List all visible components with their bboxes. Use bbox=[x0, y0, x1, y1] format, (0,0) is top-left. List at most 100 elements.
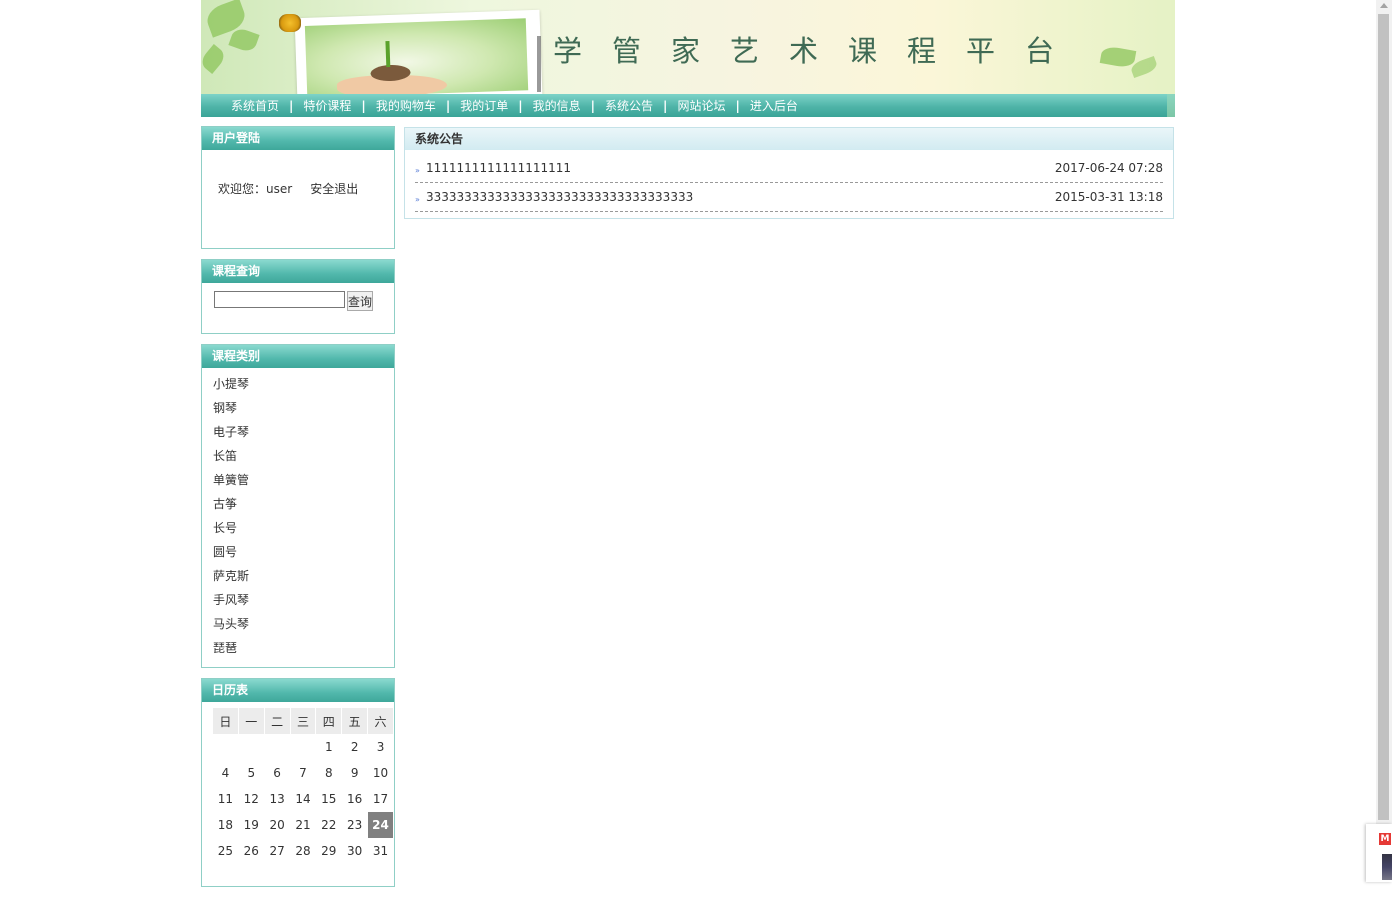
calendar-weekday: 五 bbox=[342, 708, 368, 734]
nav-link[interactable]: 进入后台 bbox=[750, 97, 798, 114]
extension-icon[interactable]: M bbox=[1379, 833, 1391, 845]
banner-divider bbox=[537, 36, 541, 92]
notice-title-link[interactable]: 33333333333333333333333333333333333 bbox=[426, 190, 693, 204]
calendar-day[interactable]: 19 bbox=[239, 812, 264, 838]
logout-link[interactable]: 安全退出 bbox=[310, 182, 358, 196]
banner-photo bbox=[294, 9, 543, 94]
calendar-day[interactable]: 11 bbox=[213, 786, 238, 812]
calendar-day[interactable]: 30 bbox=[342, 838, 367, 864]
calendar-week: 25 26 27 28 29 30 31 bbox=[213, 838, 393, 864]
nav-link[interactable]: 特价课程 bbox=[303, 97, 351, 114]
calendar-day[interactable]: 6 bbox=[265, 760, 290, 786]
browser-extension-widget[interactable]: M bbox=[1366, 824, 1392, 882]
welcome-text: 欢迎您：user bbox=[218, 182, 293, 196]
calendar-day[interactable]: 14 bbox=[291, 786, 316, 812]
leaf-decoration bbox=[201, 44, 228, 74]
nav-link[interactable]: 我的订单 bbox=[460, 97, 508, 114]
calendar-day[interactable]: 26 bbox=[239, 838, 264, 864]
category-link[interactable]: 钢琴 bbox=[213, 398, 394, 422]
calendar-table: 日一二三四五六 1 2 3 4 5 6 7 8 9 10 11 12 13 14 15 16 17 18 19 20 2… bbox=[212, 708, 394, 864]
calendar-weekday: 六 bbox=[368, 708, 393, 734]
category-link[interactable]: 小提琴 bbox=[213, 374, 394, 398]
calendar-weekday: 四 bbox=[316, 708, 342, 734]
notice-item: » 1111111111111111111 2017-06-24 07:28 bbox=[415, 154, 1163, 183]
nav-separator: | bbox=[361, 98, 366, 113]
notice-item: » 33333333333333333333333333333333333 2015… bbox=[415, 183, 1163, 212]
calendar-day[interactable]: 3 bbox=[368, 734, 393, 760]
calendar-header: 日历表 bbox=[202, 679, 394, 702]
calendar-day[interactable]: 29 bbox=[316, 838, 341, 864]
calendar-day[interactable]: 16 bbox=[342, 786, 367, 812]
category-link[interactable]: 长号 bbox=[213, 518, 394, 542]
scrollbar-thumb[interactable] bbox=[1378, 14, 1389, 820]
nav-link[interactable]: 网站论坛 bbox=[677, 97, 725, 114]
calendar-day[interactable]: 9 bbox=[342, 760, 367, 786]
calendar-day[interactable]: 17 bbox=[368, 786, 393, 812]
calendar-day[interactable]: 20 bbox=[265, 812, 290, 838]
nav-item: 我的购物车 | bbox=[376, 97, 460, 114]
calendar-day[interactable]: 12 bbox=[239, 786, 264, 812]
calendar-weekday: 一 bbox=[238, 708, 264, 734]
main-nav: 系统首页 | 特价课程 | 我的购物车 | 我的订单 | 我的信息 | 系统公告 | 网站论坛 | 进入后台 bbox=[201, 94, 1167, 117]
calendar-day[interactable]: 1 bbox=[316, 734, 341, 760]
calendar-day[interactable]: 15 bbox=[316, 786, 341, 812]
calendar-today[interactable]: 24 bbox=[368, 812, 393, 838]
nav-link[interactable]: 系统首页 bbox=[231, 97, 279, 114]
nav-item: 进入后台 bbox=[750, 97, 798, 114]
calendar-day[interactable]: 18 bbox=[213, 812, 238, 838]
calendar-day[interactable]: 4 bbox=[213, 760, 238, 786]
nav-link[interactable]: 我的信息 bbox=[533, 97, 581, 114]
calendar-day[interactable]: 2 bbox=[342, 734, 367, 760]
calendar-day[interactable]: 25 bbox=[213, 838, 238, 864]
extension-thumbnail bbox=[1382, 854, 1392, 880]
nav-link[interactable]: 系统公告 bbox=[605, 97, 653, 114]
category-link[interactable]: 手风琴 bbox=[213, 590, 394, 614]
scroll-up-icon[interactable] bbox=[1380, 3, 1388, 8]
calendar-day[interactable]: 31 bbox=[368, 838, 393, 864]
notice-title-link[interactable]: 1111111111111111111 bbox=[426, 161, 571, 175]
calendar-day[interactable]: 13 bbox=[265, 786, 290, 812]
page-scrollbar[interactable] bbox=[1376, 0, 1392, 882]
category-link[interactable]: 单簧管 bbox=[213, 470, 394, 494]
calendar-day[interactable]: 21 bbox=[291, 812, 316, 838]
login-box: 用户登陆 欢迎您：user 安全退出 bbox=[201, 126, 395, 249]
calendar-day[interactable]: 7 bbox=[291, 760, 316, 786]
notice-panel: 系统公告 » 1111111111111111111 2017-06-24 07:2… bbox=[404, 127, 1174, 219]
site-title: 学管家艺术课程平台 bbox=[553, 34, 1085, 68]
nav-separator: | bbox=[735, 98, 740, 113]
nav-item: 特价课程 | bbox=[303, 97, 375, 114]
category-link[interactable]: 古筝 bbox=[213, 494, 394, 518]
notice-list: » 1111111111111111111 2017-06-24 07:28 » 333… bbox=[405, 150, 1173, 218]
nav-separator: | bbox=[445, 98, 451, 113]
calendar-day[interactable]: 22 bbox=[316, 812, 341, 838]
calendar-day[interactable]: 8 bbox=[316, 760, 341, 786]
butterfly-icon bbox=[279, 14, 301, 32]
nav-list: 系统首页 | 特价课程 | 我的购物车 | 我的订单 | 我的信息 | 系统公告 | 网站论坛 | 进入后台 bbox=[201, 94, 1167, 117]
calendar-day[interactable]: 27 bbox=[265, 838, 290, 864]
nav-item: 我的信息 | bbox=[533, 97, 605, 114]
category-link[interactable]: 马头琴 bbox=[213, 614, 394, 638]
category-link[interactable]: 萨克斯 bbox=[213, 566, 394, 590]
category-link[interactable]: 圆号 bbox=[213, 542, 394, 566]
calendar-day[interactable]: 23 bbox=[342, 812, 367, 838]
calendar-day bbox=[265, 734, 290, 760]
nav-separator: | bbox=[663, 98, 668, 113]
course-search-button[interactable]: 查询 bbox=[347, 291, 373, 311]
course-search-input[interactable] bbox=[214, 291, 345, 308]
calendar-weekday: 二 bbox=[264, 708, 290, 734]
category-link[interactable]: 琵琶 bbox=[213, 638, 394, 662]
nav-edge-decoration bbox=[1167, 94, 1175, 117]
site-banner: 学管家艺术课程平台 bbox=[201, 0, 1175, 94]
calendar-week: 123 bbox=[213, 734, 393, 760]
category-link[interactable]: 长笛 bbox=[213, 446, 394, 470]
calendar-day[interactable]: 28 bbox=[291, 838, 316, 864]
nav-link[interactable]: 我的购物车 bbox=[376, 97, 436, 114]
login-box-header: 用户登陆 bbox=[202, 127, 394, 150]
calendar-day[interactable]: 10 bbox=[368, 760, 393, 786]
notice-date: 2015-03-31 13:18 bbox=[1054, 190, 1163, 204]
calendar-day[interactable]: 5 bbox=[239, 760, 264, 786]
nav-item: 系统公告 | bbox=[605, 97, 677, 114]
sprout-image bbox=[385, 41, 391, 68]
category-link[interactable]: 电子琴 bbox=[213, 422, 394, 446]
course-search-box: 课程查询 查询 bbox=[201, 259, 395, 334]
